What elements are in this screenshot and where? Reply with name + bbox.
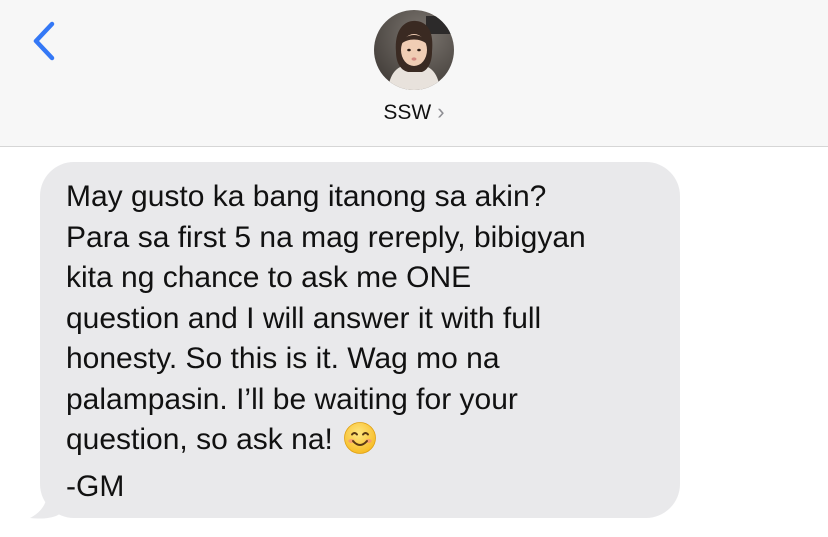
chevron-right-icon: › bbox=[437, 99, 445, 124]
back-button[interactable] bbox=[28, 18, 68, 66]
chevron-left-icon bbox=[33, 21, 55, 61]
message-signature: -GM bbox=[66, 469, 125, 503]
smiling-face-emoji bbox=[343, 421, 377, 467]
contact-name-button[interactable]: SSW › bbox=[0, 98, 828, 126]
received-message-bubble[interactable]: May gusto ka bang itanong sa akin? Para … bbox=[40, 162, 680, 518]
contact-avatar[interactable] bbox=[374, 10, 454, 90]
message-body: May gusto ka bang itanong sa akin? Para … bbox=[66, 180, 586, 456]
conversation-header: SSW › bbox=[0, 0, 828, 147]
message-text: May gusto ka bang itanong sa akin? Para … bbox=[66, 177, 660, 507]
contact-name: SSW bbox=[383, 101, 432, 124]
